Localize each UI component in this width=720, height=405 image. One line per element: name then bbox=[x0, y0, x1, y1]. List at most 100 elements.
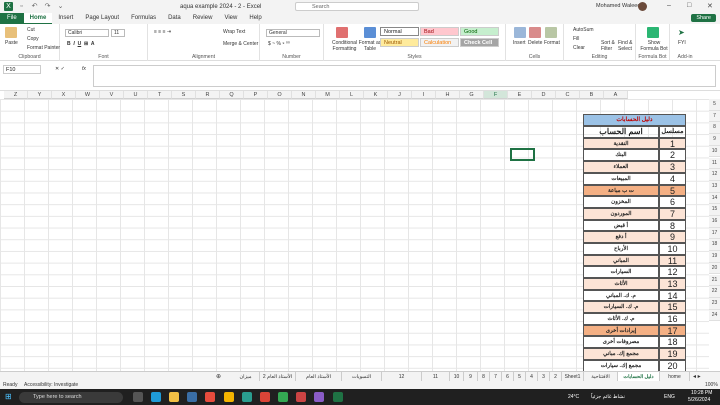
windows-start-icon[interactable]: ⊞ bbox=[5, 392, 12, 401]
autosum-button[interactable]: AutoSum bbox=[573, 27, 594, 33]
search-input[interactable]: Search bbox=[295, 2, 419, 11]
chrome2-icon[interactable] bbox=[260, 392, 270, 402]
share-button[interactable]: Share bbox=[691, 14, 716, 22]
column-header[interactable]: A bbox=[604, 91, 628, 99]
style-normal[interactable]: Normal bbox=[380, 27, 419, 36]
column-header[interactable]: V bbox=[100, 91, 124, 99]
redo-icon[interactable]: ↷ bbox=[43, 2, 52, 11]
account-name-cell[interactable]: مصروفات أخرى bbox=[583, 336, 659, 349]
taskbar-search[interactable]: Type here to search bbox=[19, 392, 123, 403]
column-header[interactable]: E bbox=[508, 91, 532, 99]
clock-time[interactable]: 10:28 PM bbox=[691, 390, 712, 396]
conditional-formatting-icon[interactable] bbox=[336, 27, 348, 38]
style-neutral[interactable]: Neutral bbox=[380, 38, 419, 47]
serial-cell[interactable]: 3 bbox=[659, 161, 686, 173]
serial-cell[interactable]: 19 bbox=[659, 348, 686, 360]
font-style-buttons[interactable]: B I U ⊞ A bbox=[67, 41, 95, 47]
account-name-cell[interactable]: الأثاث bbox=[583, 278, 659, 290]
delete-cells-icon[interactable] bbox=[529, 27, 541, 38]
weather-temp[interactable]: 24°C bbox=[568, 394, 579, 400]
table-title[interactable]: دليل الحسابات bbox=[583, 114, 686, 127]
account-name-cell[interactable]: أ دفع bbox=[583, 231, 659, 243]
row-header[interactable]: 20 bbox=[709, 262, 720, 275]
add-sheet-icon[interactable]: ⊕ bbox=[216, 373, 221, 380]
account-name-cell[interactable]: م. ك. السيارات bbox=[583, 301, 659, 314]
excel-taskbar-icon[interactable] bbox=[333, 392, 343, 402]
paste-button[interactable]: Paste bbox=[5, 40, 18, 46]
column-header[interactable]: U bbox=[124, 91, 148, 99]
column-header[interactable]: B bbox=[580, 91, 604, 99]
serial-cell[interactable]: 14 bbox=[659, 289, 686, 302]
language-indicator[interactable]: ENG bbox=[664, 394, 675, 400]
column-header[interactable]: G bbox=[460, 91, 484, 99]
tab-page-layout[interactable]: Page Layout bbox=[79, 13, 125, 24]
quick-access-more-icon[interactable]: ⌄ bbox=[56, 2, 65, 11]
serial-cell[interactable]: 4 bbox=[659, 172, 686, 185]
close-icon[interactable]: ✕ bbox=[707, 2, 713, 10]
zoom-level[interactable]: 100% bbox=[705, 381, 718, 389]
column-header[interactable]: R bbox=[196, 91, 220, 99]
row-header[interactable]: 13 bbox=[709, 180, 720, 193]
column-header[interactable]: M bbox=[316, 91, 340, 99]
app-icon[interactable] bbox=[242, 392, 252, 402]
app2-icon[interactable] bbox=[278, 392, 288, 402]
font-name-select[interactable]: Calibri bbox=[65, 29, 109, 37]
style-check-cell[interactable]: Check Cell bbox=[460, 38, 499, 47]
column-header[interactable]: D bbox=[532, 91, 556, 99]
sheet-nav-icon[interactable]: ◂ ▸ bbox=[693, 373, 701, 380]
copy-button[interactable]: Copy bbox=[27, 36, 39, 42]
serial-cell[interactable]: 7 bbox=[659, 207, 686, 220]
serial-cell[interactable]: 6 bbox=[659, 196, 686, 208]
format-as-table-icon[interactable] bbox=[364, 27, 376, 38]
account-name-cell[interactable]: مجمع إك. مباني bbox=[583, 348, 659, 360]
serial-cell[interactable]: 20 bbox=[659, 359, 686, 371]
style-bad[interactable]: Bad bbox=[420, 27, 459, 36]
tab-file[interactable]: File bbox=[0, 13, 24, 24]
column-header[interactable]: Q bbox=[220, 91, 244, 99]
wrap-text-button[interactable]: Wrap Text bbox=[223, 29, 245, 35]
row-header[interactable]: 9 bbox=[709, 134, 720, 146]
clear-button[interactable]: Clear bbox=[573, 45, 585, 51]
column-header[interactable]: Y bbox=[28, 91, 52, 99]
serial-cell[interactable]: 17 bbox=[659, 324, 686, 337]
name-box[interactable]: F10 bbox=[3, 65, 41, 74]
find-select-button[interactable]: Find & Select bbox=[618, 40, 636, 52]
app3-icon[interactable] bbox=[296, 392, 306, 402]
column-header[interactable]: X bbox=[52, 91, 76, 99]
row-header[interactable]: 11 bbox=[709, 157, 720, 170]
row-header[interactable]: 7 bbox=[709, 110, 720, 123]
number-format-select[interactable]: General bbox=[266, 29, 320, 37]
column-header[interactable]: S bbox=[172, 91, 196, 99]
minimize-icon[interactable]: – bbox=[667, 2, 671, 9]
serial-cell[interactable]: 2 bbox=[659, 149, 686, 162]
fx-icon[interactable]: fx bbox=[82, 66, 86, 72]
tab-data[interactable]: Data bbox=[162, 13, 187, 24]
row-header[interactable]: 22 bbox=[709, 286, 720, 298]
fill-button[interactable]: Fill bbox=[573, 36, 579, 42]
formula-bar-icons[interactable]: ✕ ✓ bbox=[55, 66, 65, 72]
account-name-cell[interactable]: م. ك. الأثاث bbox=[583, 313, 659, 325]
fyi-button[interactable]: FYI bbox=[678, 40, 686, 46]
font-size-select[interactable]: 11 bbox=[111, 29, 125, 37]
row-header[interactable]: 8 bbox=[709, 122, 720, 135]
row-header[interactable]: 19 bbox=[709, 251, 720, 263]
row-header[interactable]: 24 bbox=[709, 309, 720, 322]
worksheet-grid[interactable]: ZYXWVUTSRQPONMLKJIHGFEDCBA 5 7 8 9 10 11 12 13 1… bbox=[0, 91, 720, 371]
column-header[interactable]: W bbox=[76, 91, 100, 99]
row-header[interactable]: 5 bbox=[709, 99, 720, 111]
insert-cells-button[interactable]: Insert bbox=[513, 40, 526, 46]
maximize-icon[interactable]: □ bbox=[687, 2, 691, 9]
account-name-cell[interactable]: السيارات bbox=[583, 266, 659, 279]
column-header[interactable]: N bbox=[292, 91, 316, 99]
account-name-cell[interactable]: م. ك. المباني bbox=[583, 289, 659, 302]
row-header[interactable]: 21 bbox=[709, 274, 720, 287]
account-name-cell[interactable]: الموردون bbox=[583, 207, 659, 220]
style-good[interactable]: Good bbox=[460, 27, 499, 36]
tab-review[interactable]: Review bbox=[187, 13, 219, 24]
user-name[interactable]: Mohamed Waleed bbox=[596, 3, 640, 9]
selected-cell[interactable] bbox=[510, 148, 535, 161]
format-cells-icon[interactable] bbox=[545, 27, 557, 38]
account-name-cell[interactable]: العملاء bbox=[583, 161, 659, 173]
row-header[interactable]: 16 bbox=[709, 216, 720, 228]
serial-cell[interactable]: 11 bbox=[659, 254, 686, 267]
